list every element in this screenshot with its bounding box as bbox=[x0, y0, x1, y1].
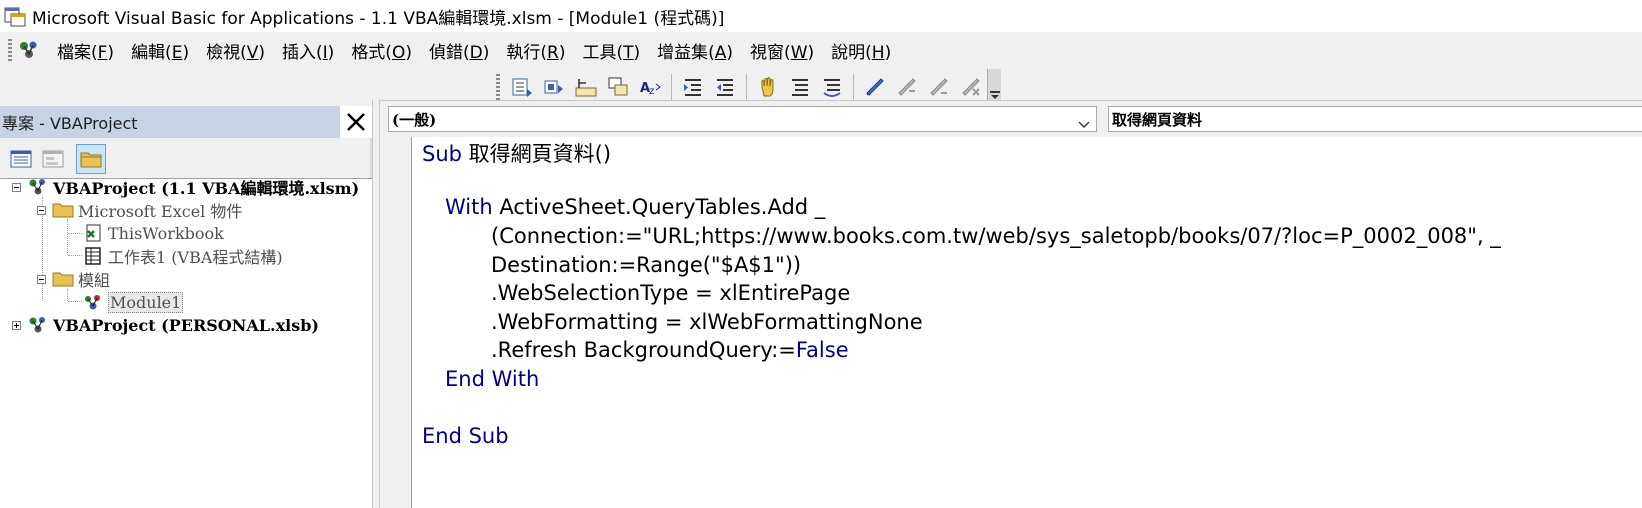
tree-item-label: Module1 bbox=[108, 291, 184, 313]
clear-bookmarks-icon[interactable] bbox=[956, 72, 986, 102]
code-line[interactable]: Sub 取得網頁資料() bbox=[422, 138, 611, 168]
view-code-icon[interactable] bbox=[6, 144, 36, 174]
tree-item-modules[interactable]: 模組 bbox=[37, 268, 110, 290]
outdent-icon[interactable] bbox=[710, 72, 740, 102]
toolbar-separator bbox=[746, 74, 747, 100]
procedure-dropdown[interactable]: 取得網頁資料 bbox=[1108, 106, 1642, 132]
menu-edit[interactable]: 編輯(E) bbox=[124, 38, 196, 63]
list-properties-icon[interactable] bbox=[507, 72, 537, 102]
window-title: Microsoft Visual Basic for Applications … bbox=[32, 8, 725, 29]
previous-bookmark-icon[interactable] bbox=[924, 72, 954, 102]
project-panel-toolbar bbox=[0, 138, 386, 178]
code-margin-indicator-bar[interactable] bbox=[380, 137, 412, 508]
panel-splitter[interactable] bbox=[372, 100, 380, 508]
tree-connector bbox=[68, 233, 82, 234]
toolbar-grip[interactable] bbox=[496, 74, 500, 100]
code-line[interactable]: With ActiveSheet.QueryTables.Add _ bbox=[445, 195, 825, 219]
view-object-icon[interactable] bbox=[38, 144, 68, 174]
menu-window[interactable]: 視窗(W) bbox=[743, 38, 821, 63]
tree-item-module1[interactable]: Module1 bbox=[82, 291, 184, 313]
tree-connector bbox=[68, 301, 82, 302]
menu-run[interactable]: 執行(R) bbox=[499, 38, 572, 63]
excel-view-icon[interactable] bbox=[16, 37, 42, 63]
tree-item-label: Microsoft Excel 物件 bbox=[78, 202, 243, 221]
code-window-header: (一般) 取得網頁資料 bbox=[380, 100, 1642, 136]
tree-connector bbox=[68, 255, 82, 256]
procedure-dropdown-value: 取得網頁資料 bbox=[1112, 110, 1203, 129]
module-icon bbox=[82, 292, 104, 312]
expand-icon[interactable] bbox=[12, 320, 21, 330]
tree-connector bbox=[67, 219, 68, 255]
complete-word-icon[interactable]: Az bbox=[635, 72, 665, 102]
close-icon[interactable] bbox=[340, 106, 372, 138]
tree-item-label: VBAProject (1.1 VBA編輯環境.xlsm) bbox=[53, 179, 360, 198]
tree-item-project-1[interactable]: VBAProject (1.1 VBA編輯環境.xlsm) bbox=[12, 176, 359, 198]
code-line[interactable]: .WebFormatting = xlWebFormattingNone bbox=[491, 310, 923, 334]
menu-format[interactable]: 格式(O) bbox=[344, 38, 419, 63]
tree-item-project-2[interactable]: VBAProject (PERSONAL.xlsb) bbox=[12, 314, 319, 336]
collapse-icon[interactable] bbox=[37, 205, 46, 215]
tree-item-sheet1[interactable]: 工作表1 (VBA程式結構) bbox=[82, 245, 283, 267]
tree-item-thisworkbook[interactable]: ThisWorkbook bbox=[82, 222, 224, 244]
toggle-breakpoint-icon[interactable] bbox=[753, 72, 783, 102]
menu-debug[interactable]: 偵錯(D) bbox=[422, 38, 496, 63]
quick-info-icon[interactable] bbox=[571, 72, 601, 102]
tree-item-excel-objects[interactable]: Microsoft Excel 物件 bbox=[37, 199, 242, 221]
menu-bar: 檔案(F) 編輯(E) 檢視(V) 插入(I) 格式(O) 偵錯(D) 執行(R… bbox=[0, 33, 1642, 67]
folder-icon bbox=[52, 269, 74, 289]
vba-project-icon bbox=[27, 177, 49, 197]
tree-item-label: VBAProject (PERSONAL.xlsb) bbox=[53, 315, 319, 335]
menu-addins[interactable]: 增益集(A) bbox=[650, 38, 740, 63]
folder-icon bbox=[52, 200, 74, 220]
object-dropdown[interactable]: (一般) bbox=[388, 106, 1097, 132]
collapse-icon[interactable] bbox=[37, 274, 46, 284]
next-bookmark-icon[interactable] bbox=[892, 72, 922, 102]
collapse-icon[interactable] bbox=[12, 182, 21, 192]
indent-icon[interactable] bbox=[678, 72, 708, 102]
list-constants-icon[interactable] bbox=[539, 72, 569, 102]
menu-file[interactable]: 檔案(F) bbox=[50, 38, 121, 63]
svg-text:z: z bbox=[649, 86, 654, 97]
object-dropdown-value: (一般) bbox=[392, 110, 437, 129]
code-line[interactable]: .Refresh BackgroundQuery:=False bbox=[491, 338, 849, 362]
menubar-grip[interactable] bbox=[8, 39, 12, 61]
uncomment-block-icon[interactable] bbox=[817, 72, 847, 102]
tree-item-label: 模組 bbox=[78, 271, 111, 290]
parameter-info-icon[interactable] bbox=[603, 72, 633, 102]
menu-tools[interactable]: 工具(T) bbox=[575, 38, 647, 63]
code-line[interactable]: End With bbox=[445, 367, 539, 391]
toolbar-separator bbox=[671, 74, 672, 100]
project-panel-header: 專案 - VBAProject bbox=[0, 106, 372, 138]
project-tree: VBAProject (1.1 VBA編輯環境.xlsm) Microsoft … bbox=[0, 178, 372, 508]
code-editor[interactable]: Sub 取得網頁資料() With ActiveSheet.QueryTable… bbox=[380, 137, 1642, 508]
code-line[interactable]: .WebSelectionType = xlEntirePage bbox=[491, 281, 850, 305]
toggle-folders-icon[interactable] bbox=[76, 144, 106, 174]
workbook-icon bbox=[82, 223, 104, 243]
tree-connector bbox=[67, 289, 68, 301]
code-line[interactable]: End Sub bbox=[422, 424, 509, 448]
chevron-down-icon[interactable] bbox=[1078, 115, 1090, 133]
toggle-bookmark-icon[interactable] bbox=[860, 72, 890, 102]
title-bar: Microsoft Visual Basic for Applications … bbox=[0, 0, 1642, 32]
code-line[interactable]: (Connection:="URL;https://www.books.com.… bbox=[491, 224, 1501, 248]
menu-help[interactable]: 說明(H) bbox=[824, 38, 898, 63]
tree-item-label: 工作表1 (VBA程式結構) bbox=[108, 248, 283, 267]
code-line[interactable]: Destination:=Range("$A$1")) bbox=[491, 253, 801, 277]
project-panel-title: 專案 - VBAProject bbox=[2, 114, 138, 133]
menu-insert[interactable]: 插入(I) bbox=[275, 38, 341, 63]
comment-block-icon[interactable] bbox=[785, 72, 815, 102]
vba-project-icon bbox=[27, 315, 49, 335]
tree-item-label: ThisWorkbook bbox=[108, 223, 224, 243]
menu-view[interactable]: 檢視(V) bbox=[199, 38, 272, 63]
toolbar-separator bbox=[853, 74, 854, 100]
vba-app-icon[interactable] bbox=[2, 3, 28, 29]
worksheet-icon bbox=[82, 246, 104, 266]
